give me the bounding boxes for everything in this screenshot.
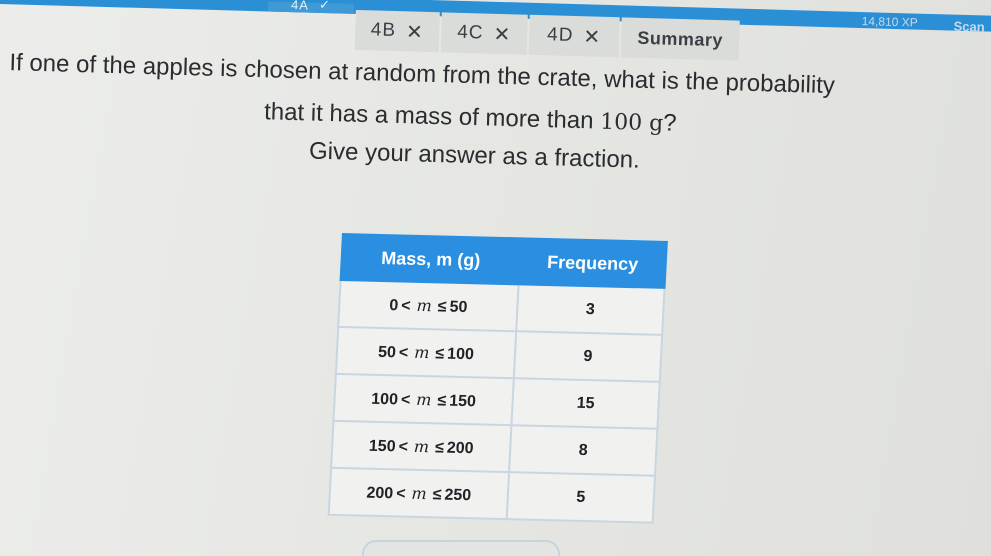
interval-op1: < [398, 343, 409, 362]
interval-var: m [416, 295, 433, 315]
tab-4b[interactable]: 4B ✕ [354, 9, 440, 53]
interval-upper: 250 [444, 486, 472, 504]
xp-counter: 14,810 XP [861, 14, 918, 30]
tab-4c[interactable]: 4C ✕ [440, 12, 528, 55]
interval-lower: 0 [388, 296, 399, 314]
interval-lower: 200 [366, 484, 394, 502]
cross-icon: ✕ [405, 20, 425, 44]
interval-lower: 100 [370, 390, 399, 408]
frequency-cell: 5 [506, 472, 656, 523]
interval-var: m [411, 483, 428, 503]
tab-label: 4C [456, 21, 484, 44]
check-icon: ✓ [318, 0, 332, 13]
interval-lower: 150 [368, 437, 397, 455]
question-line-3: Give your answer as a fraction. [308, 137, 641, 174]
tab-summary[interactable]: Summary [620, 17, 740, 61]
interval-upper: 100 [446, 345, 475, 363]
interval-var: m [413, 342, 430, 362]
question-mark: ? [662, 109, 677, 137]
interval-op1: < [400, 296, 412, 315]
tab-label: 4A [290, 0, 310, 13]
interval-op2: ≤ [434, 438, 445, 457]
table-row: 50 < m ≤100 9 [335, 326, 663, 382]
mass-interval-cell: 50 < m ≤100 [335, 326, 517, 379]
interval-var: m [413, 436, 430, 456]
interval-op2: ≤ [437, 391, 447, 410]
interval-op2: ≤ [437, 297, 448, 316]
column-header-frequency: Frequency [518, 238, 667, 288]
mass-threshold: 100 g [599, 109, 664, 137]
frequency-table: Mass, m (g) Frequency 0 < m ≤50 3 50 < m ≤100 9 10… [328, 233, 668, 524]
tab-4a[interactable]: 4A ✓ [267, 0, 355, 14]
tab-label: 4B [370, 19, 397, 42]
frequency-cell: 8 [509, 425, 658, 476]
screen: 4A ✓ 4B ✕ 4C ✕ 4D ✕ Summary 14,810 XP Sc… [0, 0, 991, 556]
tab-label: 4D [546, 24, 574, 47]
cross-icon: ✕ [583, 25, 602, 49]
mass-interval-cell: 200 < m ≤250 [328, 467, 510, 520]
table-row: 0 < m ≤50 3 [338, 279, 665, 335]
question-line-2-text: that it has a mass of more than [263, 98, 601, 135]
scan-button[interactable]: Scan [953, 19, 984, 35]
table-row: 100 < m ≤150 15 [333, 373, 660, 429]
table-header-row: Mass, m (g) Frequency [340, 234, 667, 288]
tab-label: Summary [637, 27, 724, 50]
question-line-2: that it has a mass of more than 100 g? [264, 97, 677, 140]
interval-upper: 150 [448, 392, 477, 410]
frequency-cell: 15 [511, 378, 660, 429]
interval-op1: < [398, 437, 409, 456]
interval-op2: ≤ [434, 344, 445, 363]
column-header-mass: Mass, m (g) [340, 234, 521, 285]
frequency-cell: 9 [513, 331, 663, 382]
frequency-cell: 3 [516, 284, 665, 335]
interval-upper: 200 [446, 439, 475, 457]
interval-lower: 50 [377, 343, 397, 361]
mass-interval-cell: 0 < m ≤50 [338, 279, 519, 332]
table-row: 150 < m ≤200 8 [331, 420, 658, 476]
interval-upper: 50 [449, 298, 468, 316]
cross-icon: ✕ [493, 23, 512, 46]
interval-op1: < [395, 484, 406, 503]
mass-interval-cell: 100 < m ≤150 [333, 373, 514, 426]
tab-4d[interactable]: 4D ✕ [528, 14, 620, 58]
answer-panel-edge [362, 540, 560, 556]
mass-interval-cell: 150 < m ≤200 [331, 420, 512, 473]
interval-op2: ≤ [432, 485, 442, 504]
table-row: 200 < m ≤250 5 [328, 467, 656, 523]
interval-var: m [415, 389, 433, 409]
interval-op1: < [400, 390, 411, 409]
